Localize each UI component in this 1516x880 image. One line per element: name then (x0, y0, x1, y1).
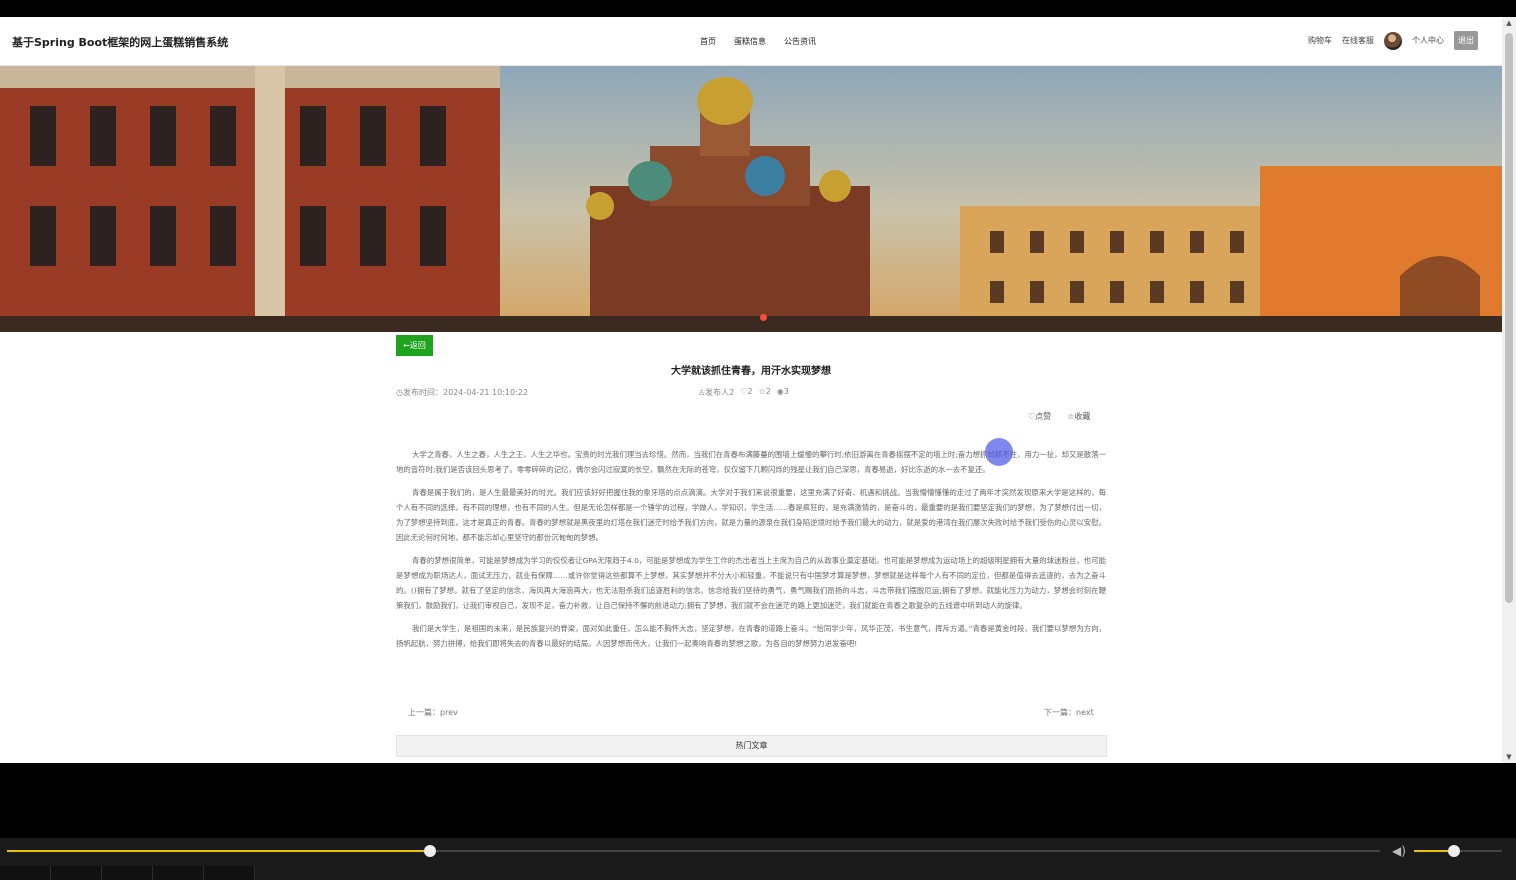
thumbnail[interactable] (204, 866, 255, 880)
article-title: 大学就该抓住青春，用汗水实现梦想 (671, 366, 831, 377)
publish-time: ◷发布时间：2024-04-21 10:10:22 (396, 388, 528, 397)
hot-articles-header: 热门文章 (396, 735, 1107, 757)
article-paragraph: 青春是属于我们的，是人生最最美好的时光。我们应该好好把握住我的象牙塔的点点滴滴。… (396, 488, 1106, 542)
volume-handle[interactable] (1447, 845, 1460, 857)
article-paragraph: 青春的梦想很简单，可能是梦想成为学习的佼佼者让GPA无限趋于4.0，可能是梦想成… (396, 556, 1106, 610)
author: ♙发布人2 (698, 388, 735, 397)
seek-progress (7, 850, 430, 852)
back-button[interactable]: ←返回 (396, 335, 433, 356)
thumbnail[interactable] (0, 866, 51, 880)
volume-icon[interactable]: ◀︎) (1392, 843, 1408, 859)
next-article-link[interactable]: 下一篇：next (1044, 707, 1094, 718)
cart-link[interactable]: 购物车 (1308, 35, 1332, 46)
article-paragraph: 我们是大学生，是祖国的未来，是民族复兴的脊梁，面对如此重任，怎么能不胸怀大志，坚… (396, 624, 1106, 648)
page-scrollbar[interactable]: ▲ ▼ (1502, 17, 1516, 763)
seek-handle[interactable] (423, 845, 436, 857)
profile-link[interactable]: 个人中心 (1412, 35, 1444, 46)
thumbnail-strip (0, 866, 1516, 880)
thumbnail[interactable] (51, 866, 102, 880)
article-stats: ♙发布人2 ♡2 ☆2 ◉3 (698, 387, 789, 398)
nav-announcements[interactable]: 公告资讯 (784, 36, 816, 47)
nav-home[interactable]: 首页 (700, 36, 716, 47)
favorite-button[interactable]: ☆收藏 (1067, 411, 1090, 422)
site-header: 基于Spring Boot框架的网上蛋糕销售系统 首页 蛋糕信息 公告资讯 购物… (0, 17, 1502, 66)
like-count: ♡2 (740, 387, 753, 396)
volume-slider[interactable] (1414, 845, 1502, 857)
prev-article-link[interactable]: 上一篇：prev (408, 707, 458, 718)
view-count: ◉3 (776, 387, 789, 396)
banner-carousel[interactable] (0, 66, 1502, 332)
seek-bar[interactable] (7, 845, 1380, 857)
main-nav: 首页 蛋糕信息 公告资讯 (700, 36, 816, 47)
article-actions: ♡点赞 ☆收藏 (1028, 411, 1090, 422)
browser-viewport: 基于Spring Boot框架的网上蛋糕销售系统 首页 蛋糕信息 公告资讯 购物… (0, 17, 1516, 763)
scroll-down-icon[interactable]: ▼ (1505, 753, 1513, 761)
header-user-area: 购物车 在线客服 个人中心 退出 (1308, 31, 1478, 50)
carousel-indicator-dot[interactable] (760, 314, 767, 321)
screen: 基于Spring Boot框架的网上蛋糕销售系统 首页 蛋糕信息 公告资讯 购物… (0, 0, 1516, 880)
article-body: 大学之青春，人生之春，人生之王，人生之华也。宝贵的时光我们理当去珍惜。然而，当我… (396, 447, 1106, 659)
logout-button[interactable]: 退出 (1454, 31, 1478, 50)
banner-image (0, 66, 1502, 332)
online-service-link[interactable]: 在线客服 (1342, 35, 1374, 46)
cursor-highlight (985, 438, 1013, 466)
like-button[interactable]: ♡点赞 (1028, 411, 1051, 422)
scroll-thumb[interactable] (1505, 33, 1513, 603)
site-title: 基于Spring Boot框架的网上蛋糕销售系统 (12, 36, 229, 49)
thumbnail[interactable] (153, 866, 204, 880)
scroll-up-icon[interactable]: ▲ (1505, 19, 1513, 27)
nav-cake-info[interactable]: 蛋糕信息 (734, 36, 766, 47)
thumbnail[interactable] (102, 866, 153, 880)
avatar[interactable] (1384, 31, 1402, 50)
favorite-count: ☆2 (758, 387, 771, 396)
